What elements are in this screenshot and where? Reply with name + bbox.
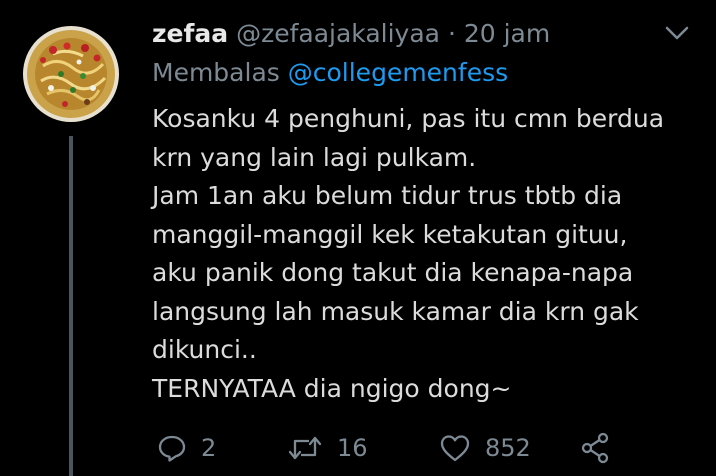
more-options-button[interactable] — [662, 20, 692, 46]
retweet-count: 16 — [337, 434, 368, 462]
reply-icon — [158, 435, 186, 462]
reply-button[interactable]: 2 — [157, 428, 216, 468]
reply-count: 2 — [201, 434, 217, 462]
tweet[interactable]: zefaa @zefaajakaliyaa · 20 jam Membalas … — [0, 0, 716, 476]
tweet-text: Kosanku 4 penghuni, pas itu cmn berdua k… — [152, 100, 707, 408]
tweet-text-line: Jam 1an aku belum tidur trus tbtb dia — [152, 181, 623, 210]
tweet-text-line: dikunci.. — [152, 335, 257, 364]
tweet-header: zefaa @zefaajakaliyaa · 20 jam — [152, 16, 550, 56]
user-handle[interactable]: @zefaajakaliyaa — [236, 19, 440, 48]
replying-to: Membalas @collegemenfess — [152, 55, 508, 91]
like-count: 852 — [485, 434, 531, 462]
display-name[interactable]: zefaa — [152, 19, 228, 48]
replying-to-label: Membalas — [152, 58, 280, 87]
separator-dot: · — [447, 19, 456, 48]
retweet-icon — [288, 436, 322, 460]
tweet-text-line: manggil-manggil kek ketakutan gituu, — [152, 219, 628, 249]
chevron-down-icon — [665, 26, 689, 40]
share-button[interactable] — [580, 428, 610, 468]
avatar[interactable] — [23, 26, 119, 122]
action-bar: 2 16 852 — [152, 428, 712, 468]
thread-line — [69, 136, 73, 476]
reply-mention-link[interactable]: @collegemenfess — [288, 58, 508, 87]
like-button[interactable]: 852 — [439, 428, 531, 468]
share-icon — [581, 432, 609, 464]
tweet-text-line: Kosanku 4 penghuni, pas itu cmn berdua — [152, 104, 665, 133]
retweet-button[interactable]: 16 — [287, 428, 368, 468]
tweet-text-line: TERNYATAA dia ngigo dong~ — [152, 373, 512, 403]
avatar-image — [23, 26, 119, 122]
tweet-text-line: aku panik dong takut dia kenapa-napa — [152, 258, 634, 287]
timestamp[interactable]: 20 jam — [464, 19, 550, 48]
tweet-text-line: langsung lah masuk kamar dia krn gak — [152, 296, 639, 326]
heart-icon — [440, 435, 470, 462]
tweet-text-line: krn yang lain lagi pulkam. — [152, 142, 477, 172]
